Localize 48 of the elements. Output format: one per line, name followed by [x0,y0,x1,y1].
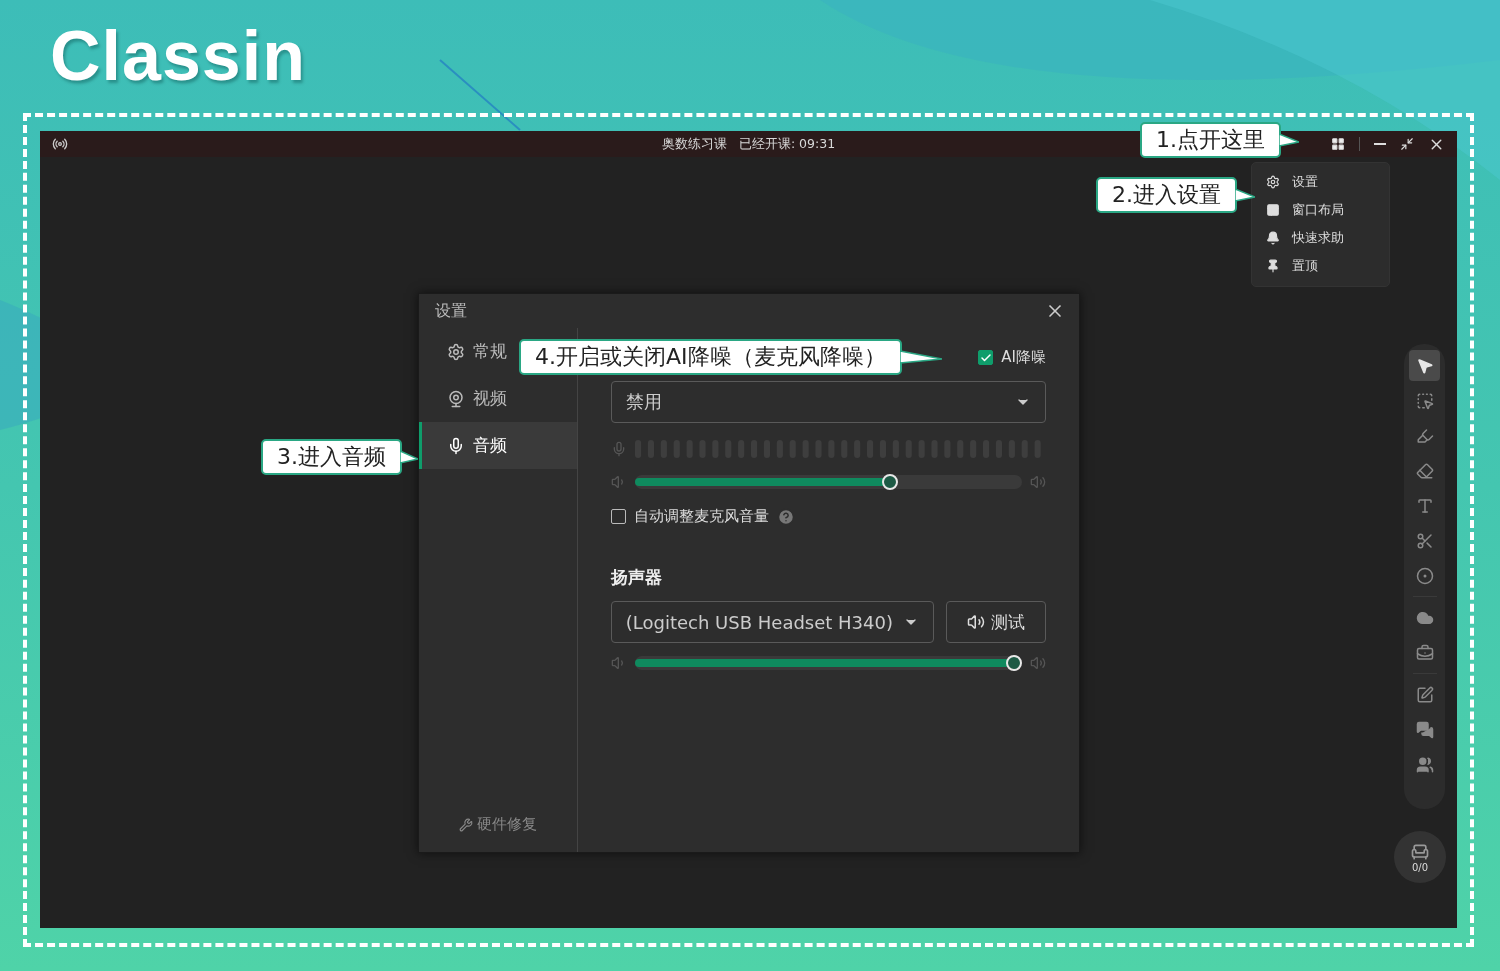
elapsed-time: 已经开课: 09:31 [738,135,836,153]
menu-item[interactable]: 快速求助 [1266,229,1389,247]
minus-icon [1374,143,1386,145]
nav-tab[interactable]: 视频 [419,375,577,422]
hardware-repair-link[interactable]: 硬件修复 [458,815,537,834]
step-tooltip-pointer [899,349,942,365]
help-icon[interactable] [776,507,795,526]
step-tooltip-pointer [1279,132,1299,148]
broadcast-icon [52,136,68,152]
step-tooltip-pointer [1235,187,1255,203]
settings-icon [1266,175,1280,189]
menu-item[interactable]: 置顶 [1266,257,1389,275]
test-button[interactable]: 测试 [946,601,1046,643]
slider-thumb[interactable] [882,474,899,490]
step-tooltip-pointer [400,449,418,465]
dialog-title: 设置 [435,300,467,322]
wrench-icon [458,817,473,832]
speaker-icon [967,613,985,631]
slider-thumb[interactable] [1006,655,1023,671]
menu-item[interactable]: 设置 [1266,173,1389,191]
menu-item[interactable]: 窗口布局 [1266,201,1389,219]
speaker-select[interactable]: (Logitech USB Headset H340) [610,601,934,643]
restore-button[interactable] [1400,137,1414,151]
grid-menu-button[interactable] [1331,137,1345,151]
webcam-icon [447,389,465,408]
checkbox[interactable] [610,509,626,524]
step-tooltip: 3.进入音频 [261,439,402,475]
volume-slider[interactable] [634,656,1022,670]
volume-slider[interactable] [634,475,1022,489]
checkbox-label: AI降噪 [1001,348,1046,367]
section-heading: 扬声器 [610,566,663,589]
microphone-icon [447,436,465,455]
checkbox[interactable] [978,350,994,365]
checkbox-label: 自动调整麦克风音量 [633,507,769,526]
microphone-select[interactable]: 禁用 [610,381,1046,423]
step-tooltip: 4.开启或关闭AI降噪（麦克风降噪） [519,339,902,375]
course-title: 奥数练习课 [661,135,727,153]
help-icon [1266,231,1280,245]
gear-icon [447,342,465,361]
seat-button[interactable]: 0/0 [1394,831,1446,883]
logo: Classin [50,16,306,97]
pointer-icon[interactable] [1409,350,1440,381]
nav-tab[interactable]: 音频 [419,422,577,469]
step-tooltip: 2.进入设置 [1096,177,1237,213]
volume-high-icon [1030,655,1046,671]
pin-icon [1266,259,1280,273]
step-tooltip: 1.点开这里 [1140,122,1281,158]
volume-high-icon [1030,474,1046,490]
